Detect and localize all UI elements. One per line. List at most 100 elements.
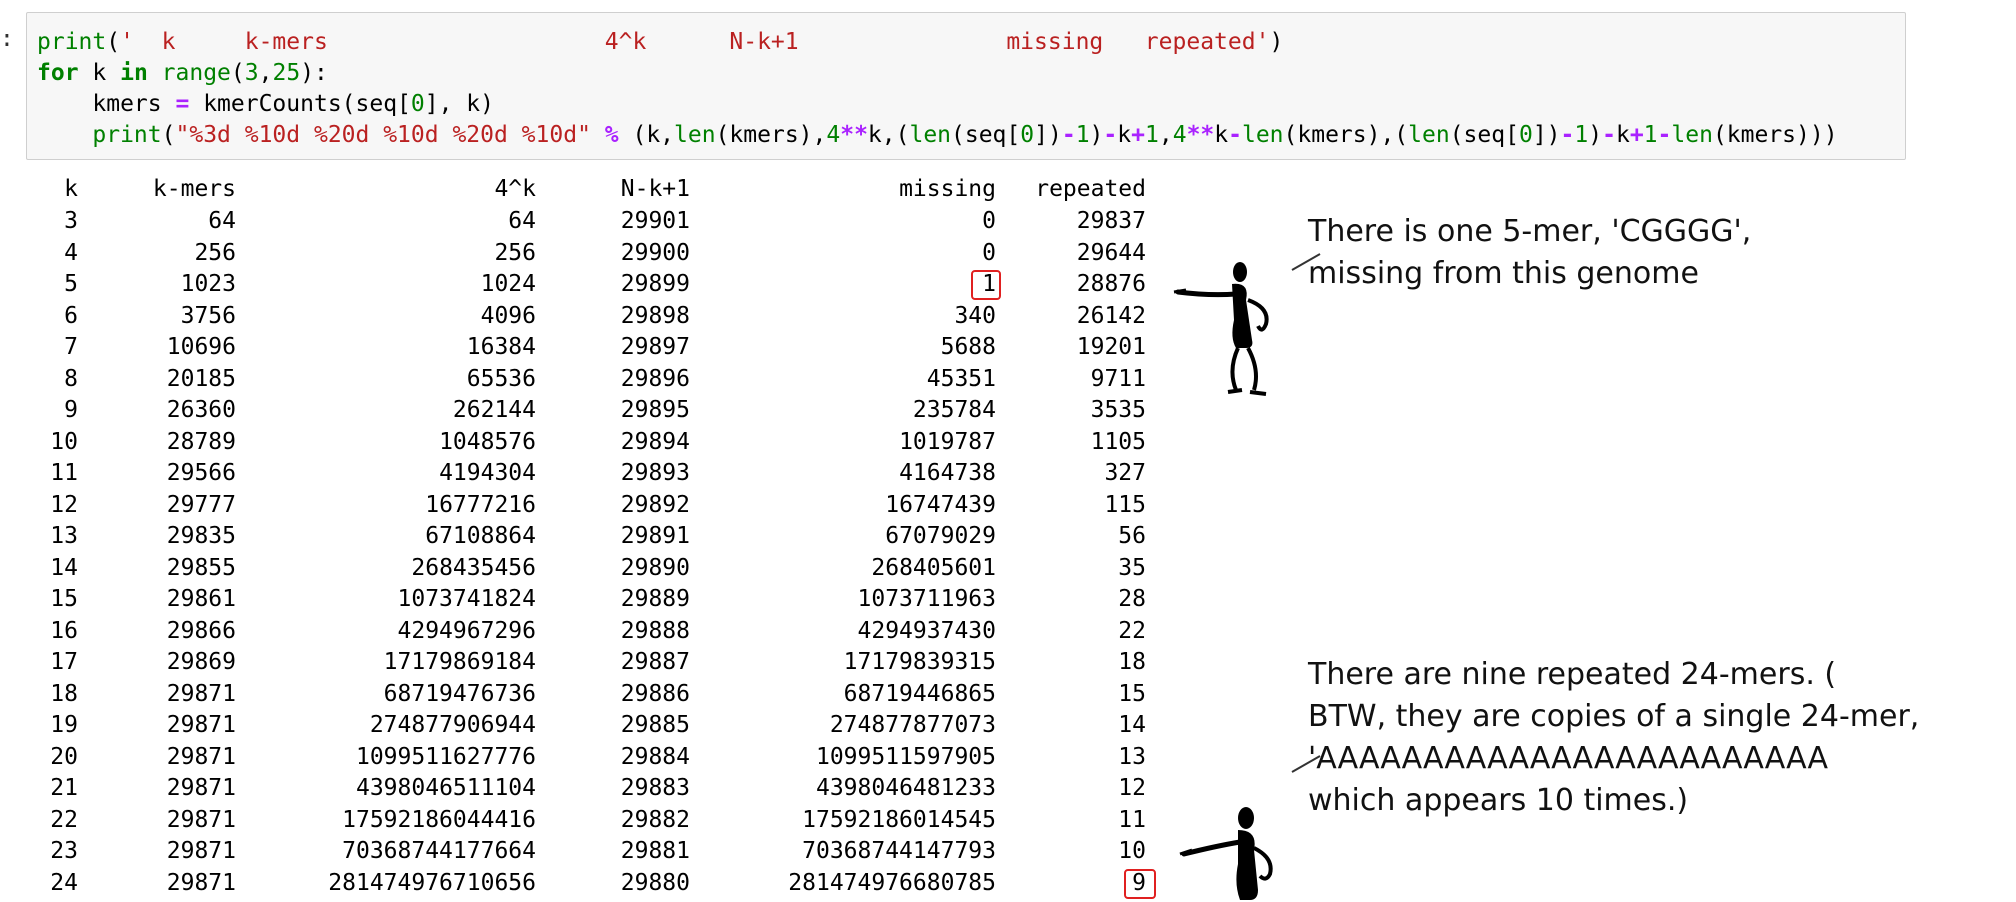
cell-kmers: 29871: [166, 869, 236, 896]
cell-k: 7: [64, 334, 78, 360]
cell-missing: 1019787: [899, 428, 996, 455]
highlight-repeated-24mer: [1124, 869, 1156, 899]
code-token: 0: [1518, 122, 1533, 148]
cell-missing: 340: [954, 302, 996, 329]
cell-nk1: 29884: [620, 743, 690, 770]
cell-repeated: 1105: [1090, 428, 1146, 455]
pointing-figure-icon-2: [1179, 755, 1321, 900]
cell-missing: 268405601: [871, 554, 996, 581]
code-line-4: print("%3d %10d %20d %10d %20d %10d" % (…: [37, 120, 1837, 151]
cell-4k: 64: [508, 208, 536, 234]
code-token: -: [1560, 122, 1575, 148]
cell-k: 4: [64, 239, 78, 266]
code-token: 25: [272, 60, 301, 86]
cell-k: 13: [50, 523, 78, 549]
cell-nk1: 29881: [620, 838, 690, 864]
cell-kmers: 28789: [166, 428, 236, 455]
code-token: kmers: [37, 91, 176, 117]
cell-nk1: 29892: [620, 491, 690, 518]
cell-kmers: 64: [208, 208, 236, 234]
cell-nk1: 29897: [620, 334, 690, 360]
cell-kmers: 29871: [166, 838, 236, 864]
cell-4k: 1099511627776: [355, 743, 536, 770]
cell-repeated: 18: [1118, 649, 1146, 675]
cell-k: 10: [50, 428, 78, 455]
cell-k: 21: [50, 775, 78, 801]
cell-missing: 281474976680785: [788, 869, 996, 896]
code-token: print: [92, 122, 162, 148]
code-token: for: [37, 60, 79, 86]
code-token: len: [1408, 122, 1450, 148]
code-cell-input[interactable]: print(' k k-mers 4^k N-k+1 missing repea…: [26, 12, 1906, 160]
cell-kmers: 29871: [166, 743, 236, 770]
cell-repeated: 10: [1118, 838, 1146, 864]
header-k: k: [64, 176, 78, 202]
table-row: 21 29871 4398046511104 29883 4398046481233 12: [0, 773, 1200, 804]
code-token: -: [1228, 122, 1242, 148]
cell-kmers: 29866: [166, 617, 236, 644]
cell-missing: 70368744147793: [802, 838, 996, 864]
cell-k: 11: [50, 460, 78, 486]
code-token: 1: [1643, 122, 1658, 148]
cell-nk1: 29888: [620, 617, 690, 644]
code-token: (seq[: [1449, 122, 1519, 148]
cell-repeated: 15: [1118, 680, 1146, 707]
cell-repeated: 29837: [1076, 208, 1146, 234]
cell-missing: 17592186014545: [802, 806, 996, 833]
code-token: 1: [1075, 122, 1090, 148]
pointing-figure-icon: [1173, 253, 1321, 396]
code-token: k: [1615, 122, 1630, 148]
cell-k: 3: [64, 208, 78, 234]
code-token: ]): [1532, 122, 1561, 148]
table-row: 4 256 256 29900 0 29644: [0, 238, 1200, 269]
code-token: len: [1671, 122, 1713, 148]
cell-nk1: 29894: [620, 428, 690, 455]
code-token: +: [1131, 122, 1145, 148]
cell-nk1: 29898: [620, 302, 690, 329]
cell-repeated: 19201: [1076, 334, 1146, 360]
cell-kmers: 29871: [166, 806, 236, 833]
cell-4k: 268435456: [411, 554, 536, 581]
cell-4k: 1073741824: [397, 586, 536, 612]
cell-nk1: 29900: [620, 239, 690, 266]
cell-repeated: 115: [1104, 491, 1146, 518]
cell-nk1: 29882: [620, 806, 690, 833]
code-token: -: [1103, 122, 1118, 148]
code-token: **: [840, 122, 868, 148]
cell-missing: 1: [982, 271, 996, 297]
cell-repeated: 327: [1104, 460, 1146, 486]
cell-kmers: 29835: [166, 523, 236, 549]
cell-4k: 1048576: [439, 428, 536, 455]
code-token: range: [161, 60, 231, 86]
cell-4k: 274877906944: [369, 712, 536, 738]
table-row: 5 1023 1024 29899 1 28876: [0, 269, 1200, 300]
code-token: -: [1061, 122, 1076, 148]
cell-missing: 68719446865: [843, 680, 996, 707]
table-row: 18 29871 68719476736 29886 68719446865 15: [0, 679, 1200, 710]
table-row: 8 20185 65536 29896 45351 9711: [0, 364, 1200, 395]
table-row: 3 64 64 29901 0 29837: [0, 206, 1200, 237]
annotation-missing-5mer: There is one 5-mer, 'CGGGG', missing fro…: [1308, 214, 1752, 291]
code-token: (kmers),(: [1283, 122, 1409, 148]
table-row: 9 26360 262144 29895 235784 3535: [0, 395, 1200, 426]
code-token: "%3d %10d %20d %10d %20d %10d": [175, 122, 591, 148]
code-line-2: for k in range(3,25):: [37, 58, 328, 89]
cell-k: 8: [64, 365, 78, 392]
code-token: in: [120, 60, 148, 86]
cell-kmers: 29871: [166, 775, 236, 801]
code-token: (seq[: [951, 122, 1021, 148]
table-row: 22 29871 17592186044416 29882 17592186014545…: [0, 805, 1200, 836]
cell-missing: 45351: [926, 365, 996, 392]
cell-missing: 67079029: [885, 523, 996, 549]
cell-nk1: 29895: [620, 397, 690, 423]
code-token: ,: [258, 60, 273, 86]
table-row: 20 29871 1099511627776 29884 1099511597905 13: [0, 742, 1200, 773]
code-token: 3: [244, 60, 259, 86]
code-token: ], k): [424, 91, 495, 117]
cell-kmers: 29855: [166, 554, 236, 581]
cell-4k: 262144: [452, 397, 536, 423]
cell-nk1: 29901: [620, 208, 690, 234]
code-token: k: [1214, 122, 1229, 148]
cell-nk1: 29889: [620, 586, 690, 612]
